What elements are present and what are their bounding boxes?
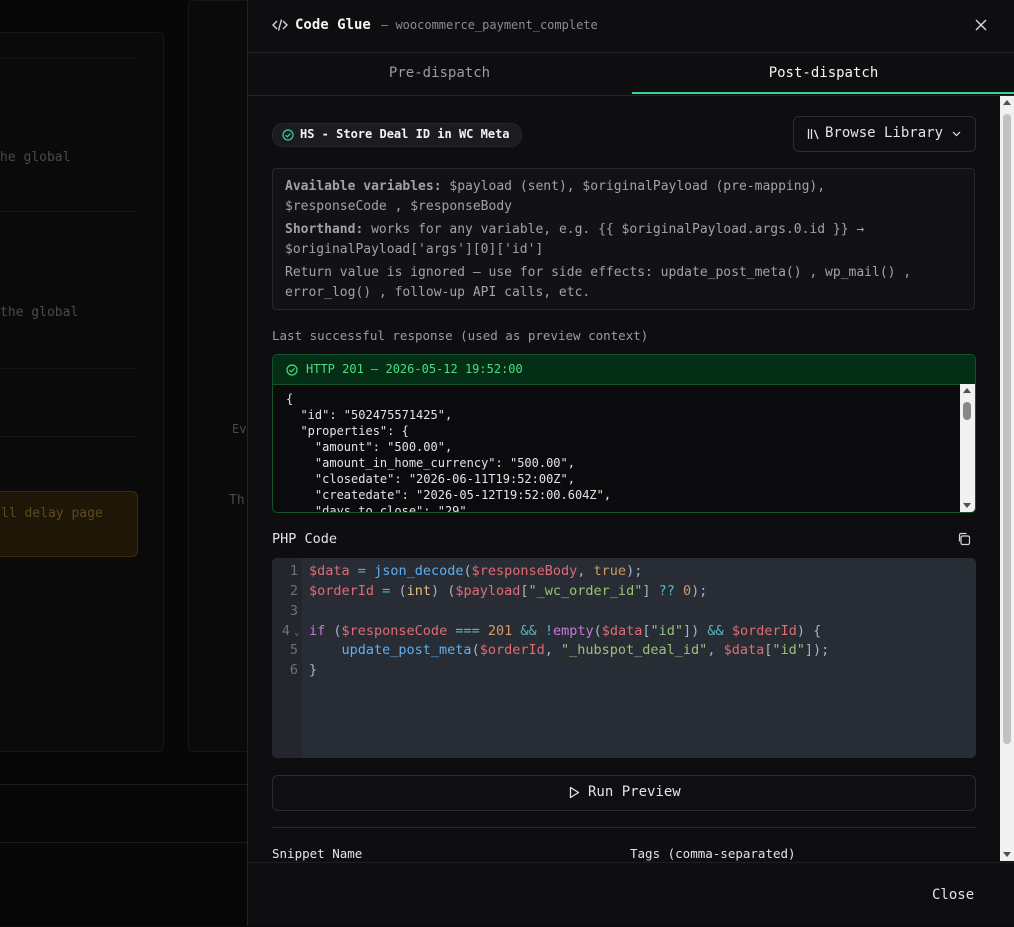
code-line: }	[309, 662, 318, 678]
line-number: 5	[289, 642, 298, 658]
background-page: he global the global Ev Th ll delay page	[0, 0, 247, 926]
last-response-label: Last successful response (used as previe…	[272, 328, 649, 343]
play-icon	[569, 786, 580, 799]
background-card-right	[188, 0, 247, 752]
scroll-up-arrow[interactable]	[963, 388, 971, 393]
tags-label: Tags (comma-separated)	[630, 846, 796, 861]
fold-chevron-icon[interactable]: ⌄	[294, 628, 299, 638]
line-number: 2	[289, 583, 298, 599]
return-text: error_log() , follow-up API calls, etc.	[285, 285, 591, 300]
scroll-down-arrow[interactable]	[1003, 852, 1011, 857]
php-code-editor[interactable]: 1 2 3 4 ⌄ 5 6 $data = json_decode($respo…	[272, 558, 976, 758]
copy-icon[interactable]	[957, 532, 971, 546]
scroll-up-arrow[interactable]	[1003, 100, 1011, 105]
snippet-badge: HS - Store Deal ID in WC Meta	[272, 123, 522, 147]
check-circle-icon	[286, 364, 298, 376]
snippet-badge-label: HS - Store Deal ID in WC Meta	[300, 127, 510, 141]
line-number: 6	[289, 662, 298, 678]
code-glue-panel: Code Glue — woocommerce_payment_complete…	[247, 0, 1014, 926]
code-icon	[272, 19, 288, 31]
shorthand-text: $originalPayload['args'][0]['id']	[285, 242, 544, 257]
warning-text: ll delay page	[1, 506, 103, 521]
response-line: "properties": {	[286, 424, 409, 438]
panel-subtitle: — woocommerce_payment_complete	[381, 18, 598, 32]
panel-scrollbar[interactable]	[1000, 96, 1014, 861]
background-card	[0, 32, 164, 752]
code-line: if ($responseCode === 201 && !empty($dat…	[309, 623, 822, 639]
scroll-thumb[interactable]	[1003, 114, 1011, 744]
php-code-label: PHP Code	[272, 531, 338, 547]
check-circle-icon	[282, 129, 294, 141]
response-line: {	[286, 392, 294, 406]
shorthand-text: works for any variable, e.g. {{ $origina…	[363, 222, 865, 237]
snippet-name-label: Snippet Name	[272, 846, 363, 861]
available-label: Available variables:	[285, 179, 442, 194]
divider	[0, 58, 137, 59]
dispatch-tabs: Pre-dispatch Post-dispatch	[248, 53, 1014, 96]
response-preview: HTTP 201 — 2026-05-12 19:52:00 { "id": "…	[272, 354, 976, 513]
browse-library-button[interactable]: Browse Library	[793, 116, 976, 152]
scroll-down-arrow[interactable]	[963, 503, 971, 508]
line-number: 3	[289, 603, 298, 619]
run-preview-label: Run Preview	[588, 784, 681, 800]
background-text: Th	[229, 493, 245, 508]
panel-title: Code Glue	[295, 17, 371, 33]
divider	[0, 211, 137, 212]
line-number: 1	[289, 563, 298, 579]
return-text: Return value is ignored — use for side e…	[285, 265, 912, 280]
divider	[0, 368, 137, 369]
available-vars-text: $responseCode , $responseBody	[285, 199, 512, 214]
response-status-bar: HTTP 201 — 2026-05-12 19:52:00	[273, 355, 975, 385]
panel-header: Code Glue — woocommerce_payment_complete	[248, 0, 1014, 53]
panel-content: HS - Store Deal ID in WC Meta Browse Lib…	[248, 96, 1014, 861]
chevron-down-icon	[952, 131, 961, 137]
background-text: the global	[0, 305, 79, 320]
background-text: Ev	[232, 422, 247, 436]
response-line: "createdate": "2026-05-12T19:52:00.604Z"…	[286, 488, 612, 502]
response-line: "closedate": "2026-06-11T19:52:00Z",	[286, 472, 575, 486]
available-vars-text: $payload (sent), $originalPayload (pre-m…	[441, 179, 826, 194]
variables-help: Available variables: $payload (sent), $o…	[272, 168, 975, 310]
browse-library-label: Browse Library	[825, 125, 944, 141]
response-line: "days_to_close": "29",	[286, 504, 474, 513]
scroll-thumb[interactable]	[963, 402, 971, 420]
response-line: "amount": "500.00",	[286, 440, 453, 454]
divider	[272, 827, 976, 828]
run-preview-button[interactable]: Run Preview	[272, 775, 976, 811]
response-scrollbar[interactable]	[960, 384, 975, 512]
tab-post-dispatch[interactable]: Post-dispatch	[632, 53, 1014, 94]
divider	[0, 842, 247, 843]
background-text: he global	[0, 150, 71, 165]
response-status: HTTP 201 — 2026-05-12 19:52:00	[306, 362, 523, 376]
close-button[interactable]: Close	[932, 887, 974, 903]
background-warning: ll delay page	[0, 491, 138, 557]
response-line: "amount_in_home_currency": "500.00",	[286, 456, 575, 470]
divider	[0, 436, 137, 437]
divider	[0, 784, 247, 785]
code-line: $orderId = (int) ($payload["_wc_order_id…	[309, 583, 708, 599]
response-line: "id": "502475571425",	[286, 408, 453, 422]
library-icon	[807, 129, 819, 140]
line-number: 4	[281, 623, 290, 639]
response-body[interactable]: { "id": "502475571425", "properties": { …	[286, 391, 612, 513]
close-icon[interactable]	[974, 18, 988, 32]
code-line: update_post_meta($orderId, "_hubspot_dea…	[341, 642, 830, 658]
panel-footer: Close	[248, 862, 1014, 927]
tab-pre-dispatch[interactable]: Pre-dispatch	[248, 53, 631, 94]
code-line: $data = json_decode($responseBody, true)…	[309, 563, 643, 579]
shorthand-label: Shorthand:	[285, 222, 364, 237]
